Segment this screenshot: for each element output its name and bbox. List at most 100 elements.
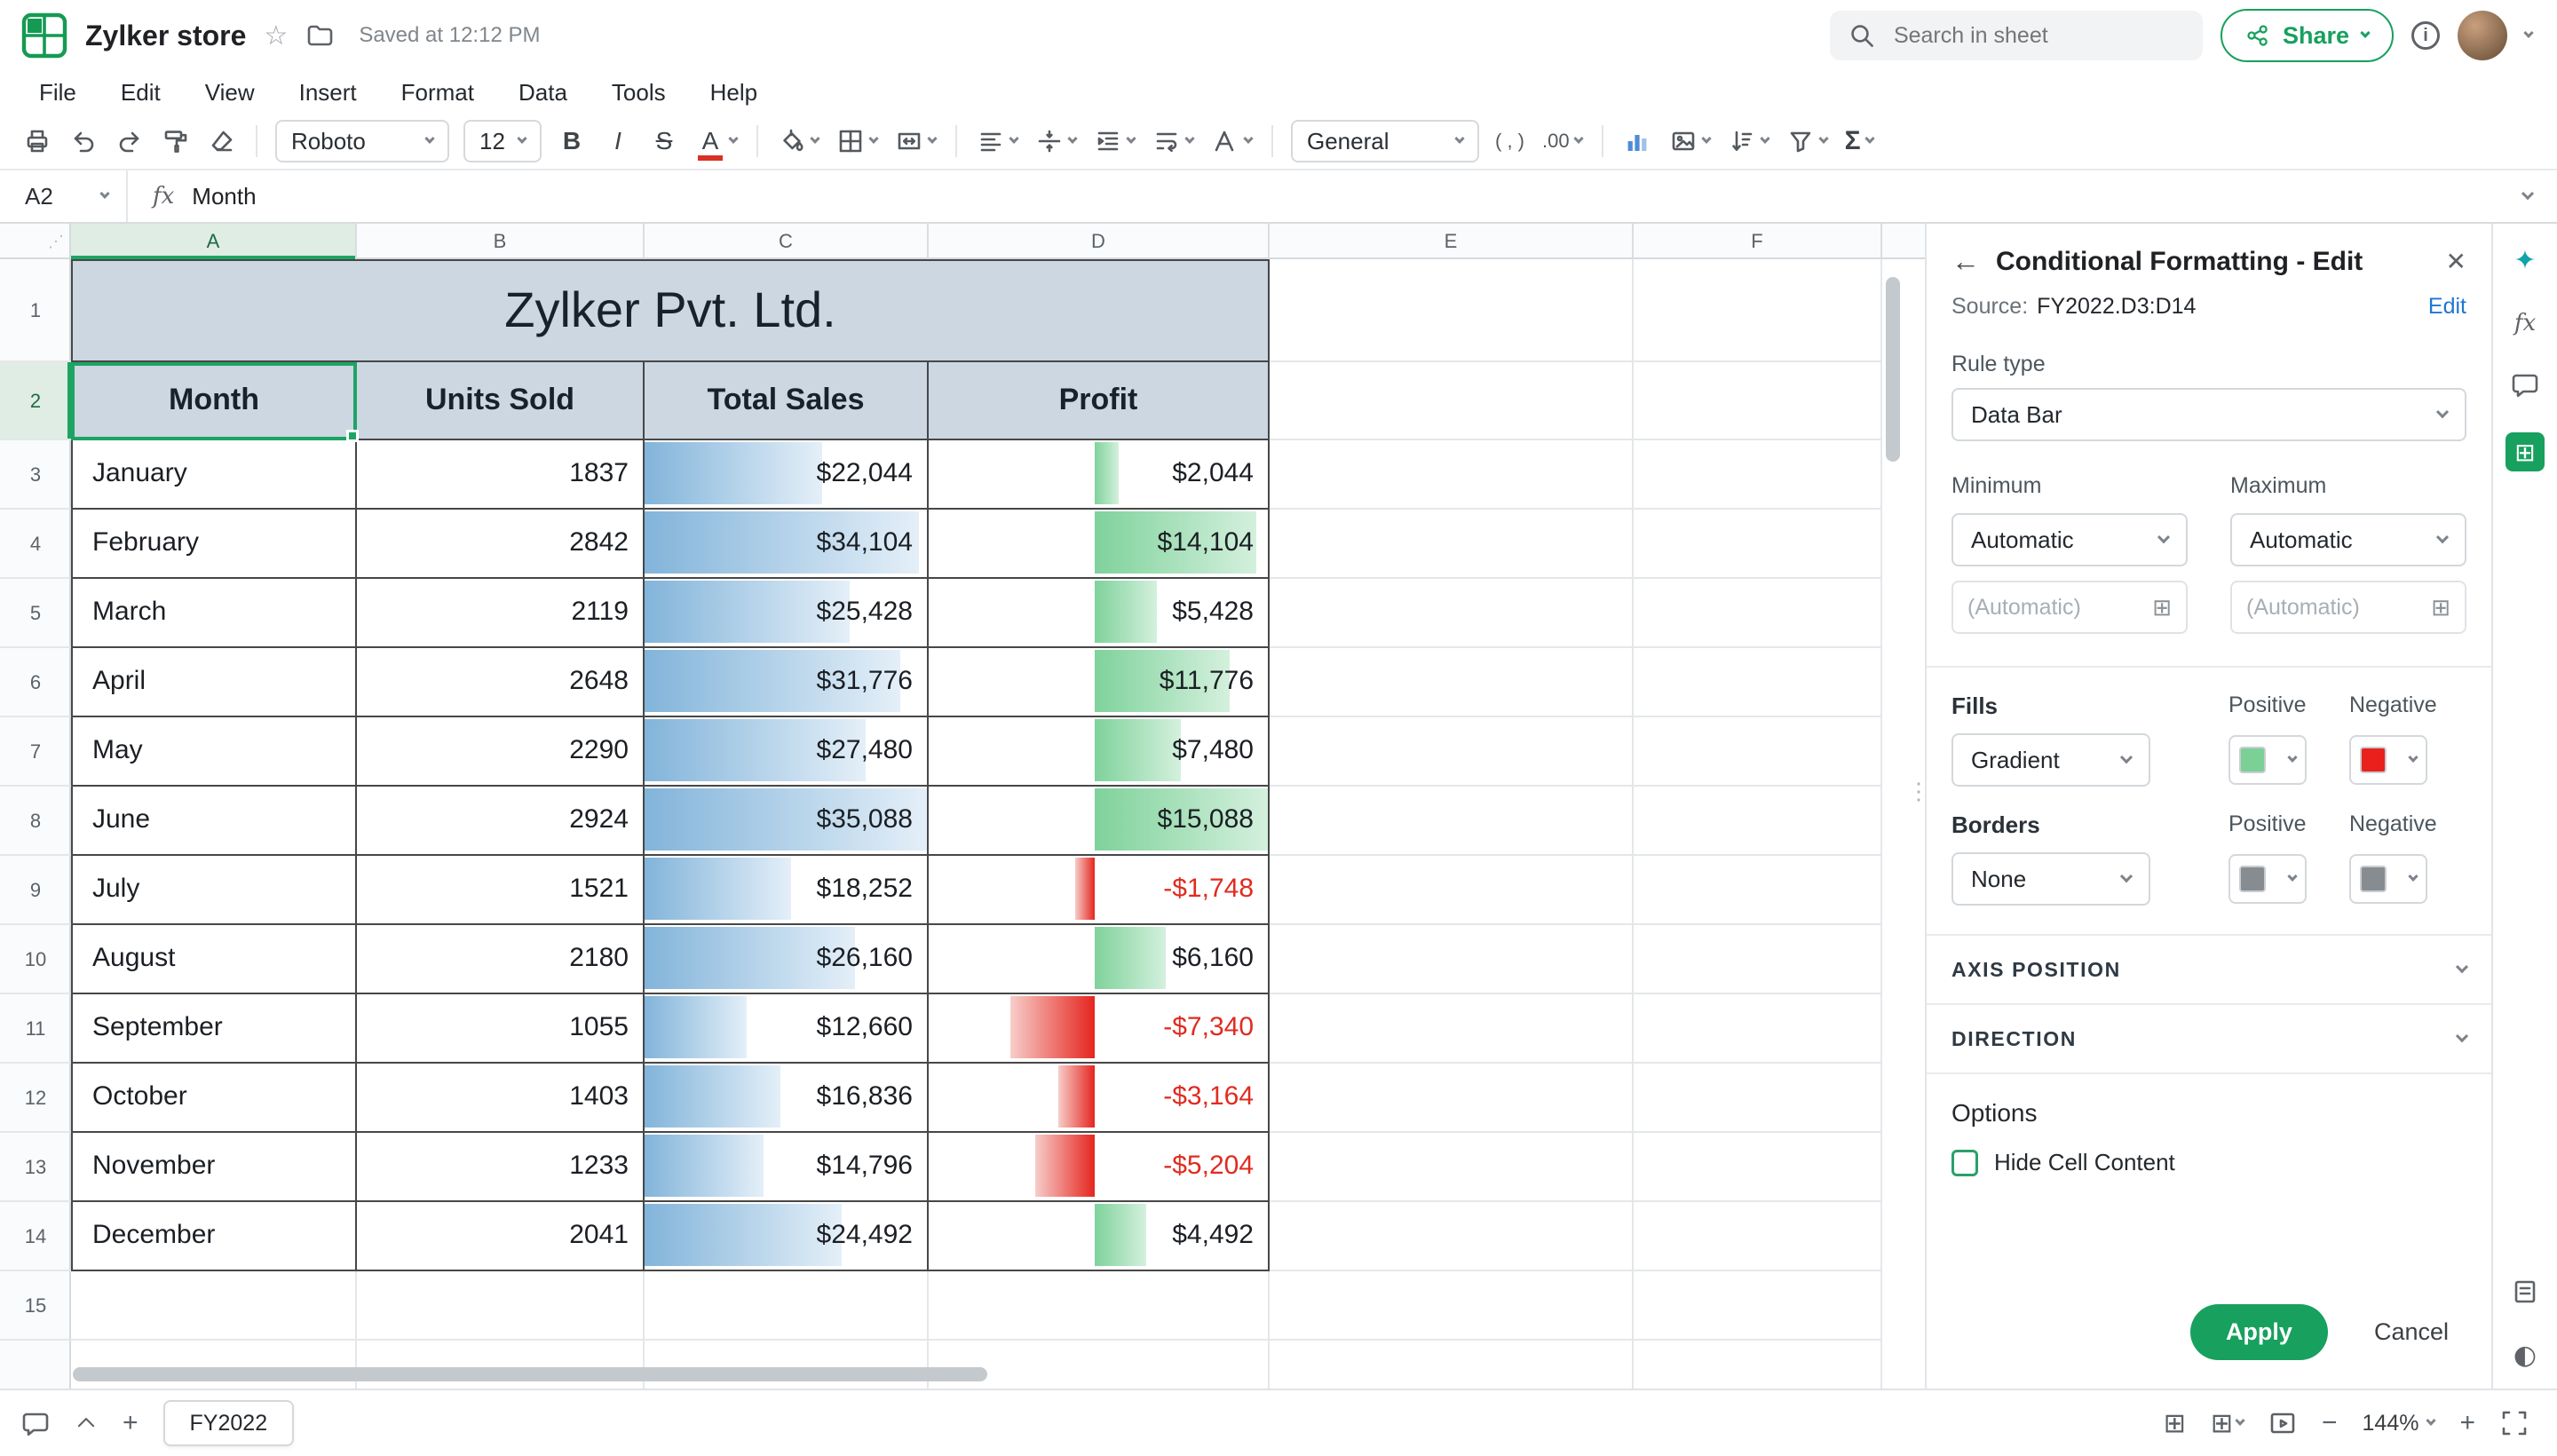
merge-cells-button[interactable]: [886, 118, 945, 164]
cell-A6[interactable]: April: [71, 648, 357, 717]
fill-handle[interactable]: [346, 430, 359, 442]
decimal-format-button[interactable]: .00: [1533, 118, 1591, 164]
cell-E12[interactable]: [1270, 1064, 1634, 1133]
cell-A12[interactable]: October: [71, 1064, 357, 1133]
cell-E7[interactable]: [1270, 717, 1634, 787]
cell-F14[interactable]: [1634, 1202, 1882, 1271]
sort-button[interactable]: [1719, 118, 1777, 164]
column-header-A[interactable]: A: [71, 224, 357, 259]
range-picker-icon[interactable]: ⊞: [2152, 594, 2172, 621]
font-size-select[interactable]: 12: [463, 120, 542, 162]
redo-button[interactable]: [107, 118, 153, 164]
cell-C3[interactable]: $22,044: [645, 440, 929, 510]
sheet-grid[interactable]: ⋰ ABCDEF123456789101112131415Zylker Pvt.…: [0, 224, 1925, 1389]
cell-D12[interactable]: -$3,164: [929, 1064, 1270, 1133]
cell-B11[interactable]: 1055: [357, 994, 645, 1064]
sheet-tab-fy2022[interactable]: FY2022: [163, 1400, 295, 1446]
column-header-F[interactable]: F: [1634, 224, 1882, 259]
cell-C11[interactable]: $12,660: [645, 994, 929, 1064]
account-chevron-icon[interactable]: [2523, 28, 2533, 38]
row-header-16[interactable]: [0, 1341, 71, 1389]
user-avatar[interactable]: [2458, 11, 2507, 60]
filter-button[interactable]: [1777, 118, 1836, 164]
info-icon[interactable]: i: [2411, 21, 2440, 50]
cell-D2[interactable]: Profit: [929, 362, 1270, 440]
cell-D11[interactable]: -$7,340: [929, 994, 1270, 1064]
italic-button[interactable]: I: [595, 118, 641, 164]
cell-B3[interactable]: 1837: [357, 440, 645, 510]
cell-B12[interactable]: 1403: [357, 1064, 645, 1133]
menu-file[interactable]: File: [39, 79, 76, 107]
app-logo-icon[interactable]: [21, 12, 67, 59]
select-all-corner[interactable]: ⋰: [0, 224, 71, 259]
document-title[interactable]: Zylker store: [85, 20, 246, 52]
insert-image-button[interactable]: [1660, 118, 1719, 164]
text-color-button[interactable]: A: [687, 118, 746, 164]
cell-B4[interactable]: 2842: [357, 510, 645, 579]
cell-E16[interactable]: [1270, 1341, 1634, 1389]
zoom-level-select[interactable]: 144%: [2363, 1411, 2435, 1436]
menu-help[interactable]: Help: [710, 79, 757, 107]
row-header-2[interactable]: 2: [0, 362, 71, 440]
cell-F12[interactable]: [1634, 1064, 1882, 1133]
menu-insert[interactable]: Insert: [299, 79, 357, 107]
cell-C14[interactable]: $24,492: [645, 1202, 929, 1271]
fullscreen-icon[interactable]: [2500, 1409, 2529, 1437]
cell-B10[interactable]: 2180: [357, 925, 645, 994]
functions-panel-icon[interactable]: fx: [2514, 310, 2536, 336]
folder-icon[interactable]: [305, 21, 334, 50]
cell-F7[interactable]: [1634, 717, 1882, 787]
column-header-D[interactable]: D: [929, 224, 1270, 259]
formula-bar-expand-icon[interactable]: [2521, 187, 2534, 200]
cell-C7[interactable]: $27,480: [645, 717, 929, 787]
cell-B15[interactable]: [357, 1271, 645, 1341]
cell-A11[interactable]: September: [71, 994, 357, 1064]
cell-B13[interactable]: 1233: [357, 1133, 645, 1202]
search-box[interactable]: [1830, 11, 2203, 60]
negative-border-swatch-select[interactable]: [2349, 854, 2427, 904]
edit-source-link[interactable]: Edit: [2428, 294, 2466, 320]
column-header-E[interactable]: E: [1270, 224, 1634, 259]
cell-A2[interactable]: Month: [71, 362, 357, 440]
maximum-select[interactable]: Automatic: [2230, 513, 2466, 566]
cell-F13[interactable]: [1634, 1133, 1882, 1202]
range-picker-icon[interactable]: ⊞: [2431, 594, 2450, 621]
favorite-star-icon[interactable]: ☆: [264, 20, 288, 51]
cell-A7[interactable]: May: [71, 717, 357, 787]
row-header-7[interactable]: 7: [0, 717, 71, 787]
back-button[interactable]: ←: [1951, 245, 1980, 278]
fx-icon[interactable]: fx: [153, 183, 174, 210]
cell-F6[interactable]: [1634, 648, 1882, 717]
cell-A8[interactable]: June: [71, 787, 357, 856]
strikethrough-button[interactable]: S: [641, 118, 687, 164]
cell-E6[interactable]: [1270, 648, 1634, 717]
row-header-11[interactable]: 11: [0, 994, 71, 1064]
cell-C12[interactable]: $16,836: [645, 1064, 929, 1133]
cell-F2[interactable]: [1634, 362, 1882, 440]
cell-F16[interactable]: [1634, 1341, 1882, 1389]
insights-icon[interactable]: ✦: [2513, 245, 2536, 276]
horizontal-align-button[interactable]: [968, 118, 1026, 164]
vertical-align-button[interactable]: [1026, 118, 1085, 164]
cell-A3[interactable]: January: [71, 440, 357, 510]
row-header-10[interactable]: 10: [0, 925, 71, 994]
cancel-button[interactable]: Cancel: [2356, 1304, 2466, 1360]
formula-input[interactable]: Month: [192, 183, 256, 210]
cell-A9[interactable]: July: [71, 856, 357, 925]
cell-E4[interactable]: [1270, 510, 1634, 579]
cell-D10[interactable]: $6,160: [929, 925, 1270, 994]
cell-A5[interactable]: March: [71, 579, 357, 648]
cell-F8[interactable]: [1634, 787, 1882, 856]
menu-view[interactable]: View: [205, 79, 255, 107]
clear-format-button[interactable]: [199, 118, 245, 164]
cell-B14[interactable]: 2041: [357, 1202, 645, 1271]
fills-select[interactable]: Gradient: [1951, 733, 2150, 787]
zoom-out-button[interactable]: −: [2322, 1408, 2338, 1438]
cell-D13[interactable]: -$5,204: [929, 1133, 1270, 1202]
cell-E3[interactable]: [1270, 440, 1634, 510]
cell-E11[interactable]: [1270, 994, 1634, 1064]
menu-tools[interactable]: Tools: [612, 79, 666, 107]
cell-F15[interactable]: [1634, 1271, 1882, 1341]
cell-B7[interactable]: 2290: [357, 717, 645, 787]
cell-C4[interactable]: $34,104: [645, 510, 929, 579]
